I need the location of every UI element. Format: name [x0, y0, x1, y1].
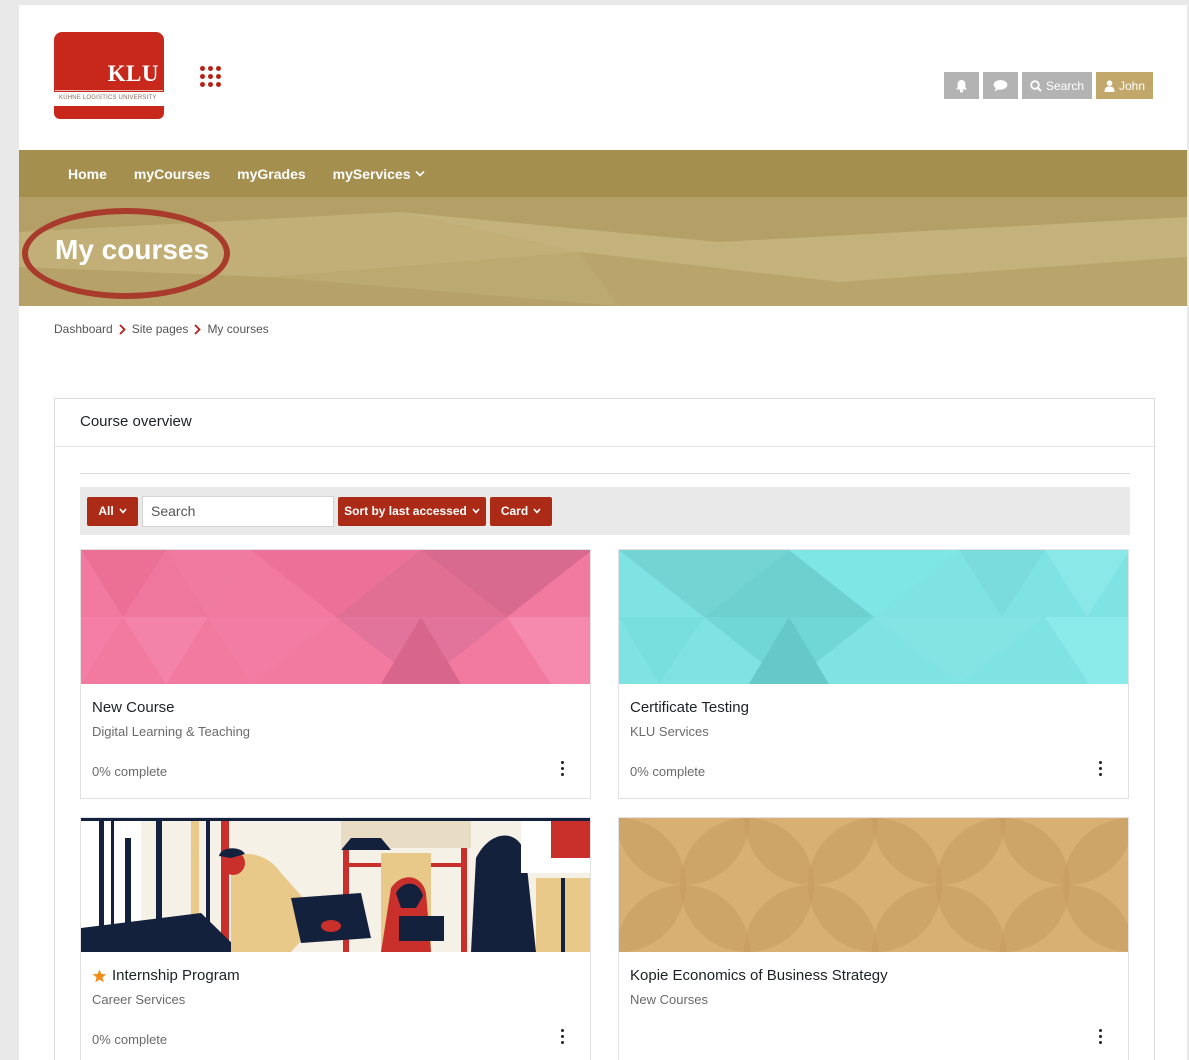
search-button[interactable]: Search — [1022, 72, 1092, 99]
nav-item-label: myServices — [332, 165, 411, 182]
course-filter-bar: All Sort by last accessed Card — [80, 487, 1130, 535]
nav-item-label: Home — [68, 165, 107, 182]
page: KLU KÜHNE LOGISTICS UNIVERSITY Search Jo… — [19, 5, 1187, 1060]
course-card[interactable]: New Course Digital Learning & Teaching 0… — [80, 549, 591, 799]
course-image-office-illustration[interactable] — [81, 818, 590, 952]
course-image-cyan-triangles[interactable] — [619, 550, 1128, 684]
logo-text: KLU — [107, 61, 159, 86]
user-name: John — [1118, 78, 1146, 93]
chevron-down-icon — [119, 508, 127, 514]
klu-logo[interactable]: KLU KÜHNE LOGISTICS UNIVERSITY — [54, 32, 164, 119]
course-title[interactable]: Internship Program — [92, 967, 240, 984]
search-button-label: Search — [1045, 78, 1085, 93]
breadcrumb-my-courses[interactable]: My courses — [207, 322, 268, 336]
course-search-input[interactable] — [142, 495, 334, 527]
grouping-dropdown-label: All — [98, 504, 114, 518]
chevron-right-icon — [194, 323, 202, 335]
divider — [80, 473, 1130, 474]
breadcrumb-dashboard[interactable]: Dashboard — [54, 322, 113, 336]
bell-icon — [956, 79, 967, 93]
chevron-down-icon — [414, 170, 425, 177]
chevron-down-icon — [533, 508, 541, 514]
star-icon — [92, 969, 107, 982]
course-image-pink-triangles[interactable] — [81, 550, 590, 684]
breadcrumb-site-pages[interactable]: Site pages — [132, 322, 189, 336]
nav-item-label: myGrades — [237, 165, 306, 182]
nav-item-label: myCourses — [133, 165, 211, 182]
header-actions: Search John — [944, 72, 1153, 99]
course-title-text: Certificate Testing — [630, 699, 749, 716]
chat-bubble-icon — [993, 80, 1008, 92]
messages-button[interactable] — [983, 72, 1018, 99]
highlight-annotation-ring — [22, 208, 230, 299]
course-title-text: New Course — [92, 699, 175, 716]
notifications-button[interactable] — [944, 72, 979, 99]
app-grid-icon[interactable] — [200, 66, 222, 88]
nav-item-mycourses[interactable]: myCourses — [134, 166, 210, 182]
course-actions-menu-icon[interactable] — [560, 1029, 566, 1045]
chevron-right-icon — [119, 323, 126, 335]
user-icon — [1104, 79, 1115, 92]
nav-item-home[interactable]: Home — [68, 166, 107, 182]
sort-dropdown-label: Sort by last accessed — [344, 504, 467, 518]
course-card[interactable]: Certificate Testing KLU Services 0% comp… — [618, 549, 1129, 799]
course-card[interactable]: Kopie Economics of Business Strategy New… — [618, 817, 1129, 1060]
view-mode-dropdown[interactable]: Card — [490, 496, 552, 526]
course-actions-menu-icon[interactable] — [1098, 1029, 1104, 1045]
view-mode-label: Card — [500, 504, 529, 518]
course-card[interactable]: Internship Program Career Services 0% co… — [80, 817, 591, 1060]
course-progress-text: 0% complete — [92, 1032, 168, 1047]
breadcrumb: Dashboard Site pages My courses — [54, 322, 269, 336]
course-title-text: Kopie Economics of Business Strategy — [630, 967, 888, 984]
course-actions-menu-icon[interactable] — [560, 761, 566, 777]
user-menu-button[interactable]: John — [1096, 72, 1153, 99]
course-title-text: Internship Program — [112, 967, 240, 984]
grouping-dropdown[interactable]: All — [87, 496, 138, 526]
course-image-gold-circles[interactable] — [619, 818, 1128, 952]
course-category: Digital Learning & Teaching — [92, 724, 251, 739]
nav-item-mygrades[interactable]: myGrades — [237, 166, 305, 182]
sort-dropdown[interactable]: Sort by last accessed — [338, 496, 486, 526]
search-icon — [1030, 79, 1042, 92]
course-progress-text: 0% complete — [630, 764, 706, 779]
chevron-down-icon — [472, 508, 480, 514]
course-overview-block: Course overview All Sort by last accesse… — [54, 398, 1155, 1060]
course-title[interactable]: Kopie Economics of Business Strategy — [630, 967, 888, 984]
logo-divider — [55, 90, 163, 91]
course-title[interactable]: New Course — [92, 699, 175, 716]
course-category: New Courses — [630, 992, 709, 1007]
course-progress-text: 0% complete — [92, 764, 168, 779]
course-category: KLU Services — [630, 724, 709, 739]
primary-navigation: Home myCourses myGrades myServices — [19, 150, 1187, 197]
course-title[interactable]: Certificate Testing — [630, 699, 749, 716]
logo-subtext: KÜHNE LOGISTICS UNIVERSITY — [59, 95, 157, 101]
nav-item-myservices[interactable]: myServices — [333, 166, 425, 182]
course-category: Career Services — [92, 992, 186, 1007]
course-overview-title: Course overview — [55, 399, 1154, 447]
course-actions-menu-icon[interactable] — [1098, 761, 1104, 777]
